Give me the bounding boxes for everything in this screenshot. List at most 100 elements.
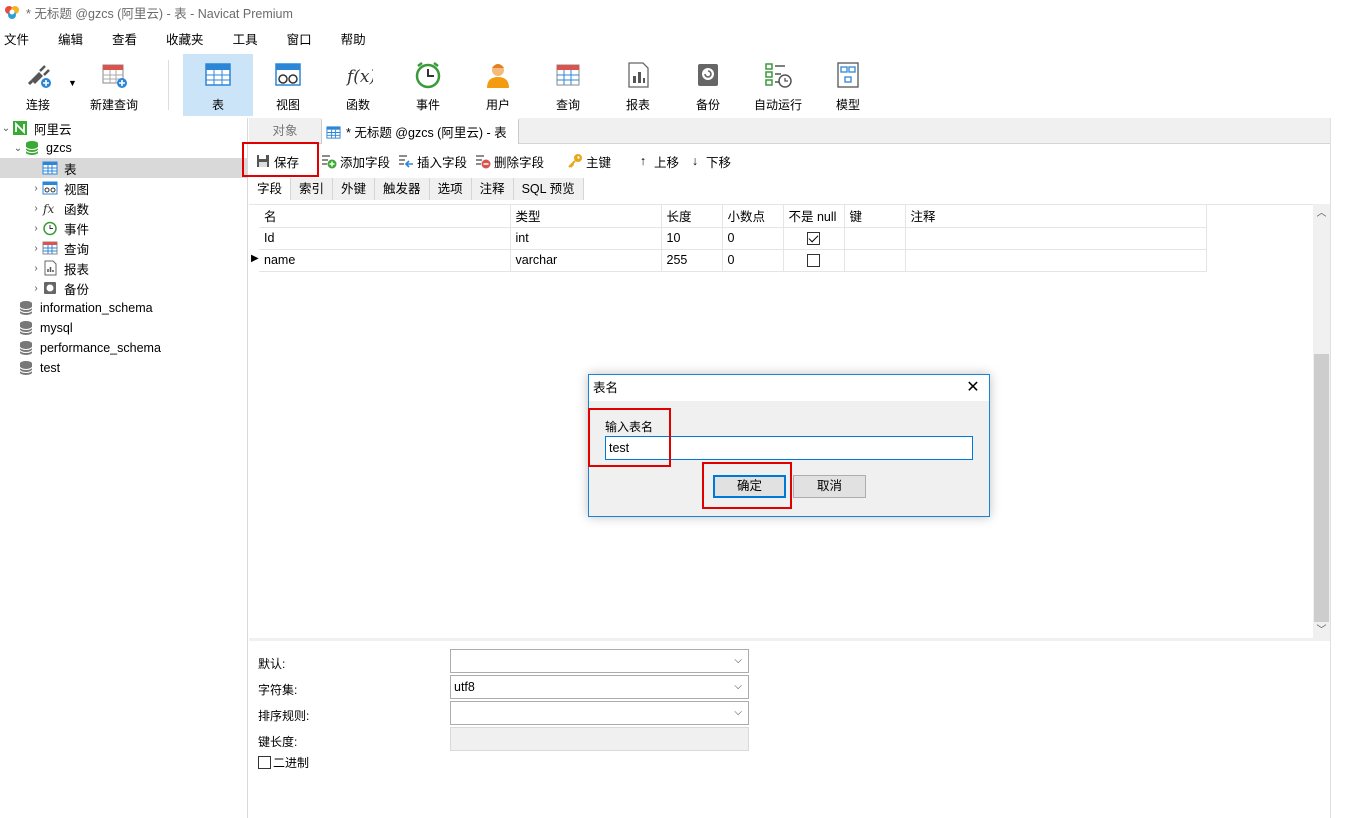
tree-item-views[interactable]: › 视图 (0, 178, 247, 198)
menu-window[interactable]: 窗口 (283, 30, 317, 50)
column-header-name[interactable]: 名 (259, 205, 511, 228)
table-row[interactable]: ▶ name varchar 255 0 (251, 249, 1207, 272)
connect-button[interactable]: 连接 (3, 54, 73, 116)
expand-chevron-icon[interactable]: › (30, 203, 42, 214)
cell-type[interactable]: varchar (510, 249, 662, 272)
not-null-checkbox[interactable] (807, 254, 820, 268)
collapse-chevron-icon[interactable]: ⌄ (12, 143, 24, 154)
tree-database-gzcs[interactable]: ⌄ gzcs (0, 138, 247, 158)
tab-table-design[interactable]: * 无标题 @gzcs (阿里云) - 表 (321, 118, 519, 144)
cell-not-null[interactable] (783, 249, 845, 272)
auto-run-button[interactable]: 自动运行 (743, 54, 813, 116)
subtab-indexes[interactable]: 索引 (291, 178, 334, 200)
insert-field-button[interactable]: 插入字段 (398, 148, 467, 174)
event-button[interactable]: 事件 (393, 54, 463, 116)
cell-decimals[interactable]: 0 (722, 249, 784, 272)
tree-database-information-schema[interactable]: information_schema (0, 298, 247, 318)
cell-type[interactable]: int (510, 227, 662, 250)
expand-chevron-icon[interactable]: › (30, 223, 42, 234)
move-down-button[interactable]: ↓ 下移 (687, 148, 731, 174)
cancel-button[interactable]: 取消 (793, 475, 866, 498)
cell-length[interactable]: 255 (661, 249, 723, 272)
cell-comment[interactable] (905, 227, 1207, 250)
tree-connection-aliyun[interactable]: ⌄ 阿里云 (0, 118, 247, 138)
not-null-checkbox[interactable] (807, 232, 820, 246)
binary-option[interactable]: 二进制 (258, 754, 309, 771)
connect-dropdown-icon[interactable]: ▼ (68, 78, 77, 88)
cell-comment[interactable] (905, 249, 1207, 272)
subtab-comment[interactable]: 注释 (471, 178, 514, 200)
collapse-chevron-icon[interactable]: ⌄ (0, 123, 12, 134)
close-icon[interactable]: ✕ (963, 375, 983, 401)
grid-vertical-scrollbar[interactable]: ︿ ﹀ (1313, 204, 1330, 638)
cell-not-null[interactable] (783, 227, 845, 250)
ok-highlight-box (702, 462, 792, 509)
view-label: 视图 (275, 98, 300, 112)
query-icon (556, 64, 580, 86)
subtab-fields[interactable]: 字段 (249, 178, 292, 200)
menu-help[interactable]: 帮助 (337, 30, 371, 50)
plug-icon (27, 65, 51, 88)
cell-key[interactable] (844, 227, 906, 250)
menu-edit[interactable]: 编辑 (54, 30, 88, 50)
table-row[interactable]: Id int 10 0 (259, 227, 1207, 250)
column-header-not-null[interactable]: 不是 null (783, 205, 845, 228)
menu-favorites[interactable]: 收藏夹 (162, 30, 209, 50)
tree-item-tables[interactable]: 表 (0, 158, 247, 178)
cell-decimals[interactable]: 0 (722, 227, 784, 250)
report-button[interactable]: 报表 (603, 54, 673, 116)
scroll-up-icon[interactable]: ︿ (1313, 204, 1330, 221)
expand-chevron-icon[interactable]: › (30, 283, 42, 294)
tree-database-test[interactable]: test (0, 358, 247, 378)
new-query-button[interactable]: 新建查询 (78, 54, 150, 116)
subtab-sql-preview[interactable]: SQL 预览 (513, 178, 584, 200)
expand-chevron-icon[interactable]: › (30, 183, 42, 194)
tree-item-reports[interactable]: › 报表 (0, 258, 247, 278)
view-button[interactable]: 视图 (253, 54, 323, 116)
default-select[interactable]: ⌵ (450, 649, 749, 673)
column-header-length[interactable]: 长度 (661, 205, 723, 228)
delete-field-button[interactable]: 删除字段 (475, 148, 544, 174)
scroll-thumb[interactable] (1314, 354, 1329, 622)
tree-database-mysql[interactable]: mysql (0, 318, 247, 338)
menu-file[interactable]: 文件 (0, 30, 34, 50)
tree-item-events[interactable]: › 事件 (0, 218, 247, 238)
charset-select[interactable]: utf8 ⌵ (450, 675, 749, 699)
add-field-button[interactable]: 添加字段 (321, 148, 390, 174)
cell-name[interactable]: Id (259, 227, 511, 250)
backup-button[interactable]: 备份 (673, 54, 743, 116)
tree-item-label: 事件 (64, 222, 90, 237)
menu-view[interactable]: 查看 (108, 30, 142, 50)
collation-select[interactable]: ⌵ (450, 701, 749, 725)
column-header-key[interactable]: 键 (844, 205, 906, 228)
tree-item-backups[interactable]: › 备份 (0, 278, 247, 298)
expand-chevron-icon[interactable]: › (30, 243, 42, 254)
database-icon (19, 321, 33, 335)
expand-chevron-icon[interactable]: › (30, 263, 42, 274)
subtab-triggers[interactable]: 触发器 (375, 178, 430, 200)
cell-name[interactable]: ▶ name (251, 249, 511, 272)
binary-checkbox[interactable] (258, 756, 271, 769)
column-header-comment[interactable]: 注释 (905, 205, 1207, 228)
navicat-logo-icon (5, 6, 19, 19)
tree-database-performance-schema[interactable]: performance_schema (0, 338, 247, 358)
primary-key-button[interactable]: 主键 (567, 148, 611, 174)
subtab-options[interactable]: 选项 (429, 178, 472, 200)
function-button[interactable]: f(x) 函数 (323, 54, 393, 116)
query-button[interactable]: 查询 (533, 54, 603, 116)
column-header-decimals[interactable]: 小数点 (722, 205, 784, 228)
input-highlight-box (588, 408, 671, 467)
scroll-down-icon[interactable]: ﹀ (1313, 621, 1330, 638)
user-button[interactable]: 用户 (463, 54, 533, 116)
subtab-foreign-keys[interactable]: 外键 (333, 178, 376, 200)
tree-item-queries[interactable]: › 查询 (0, 238, 247, 258)
cell-key[interactable] (844, 249, 906, 272)
cell-length[interactable]: 10 (661, 227, 723, 250)
table-button[interactable]: 表 (183, 54, 253, 116)
tree-item-functions[interactable]: › fx 函数 (0, 198, 247, 218)
move-up-button[interactable]: ↑ 上移 (635, 148, 679, 174)
column-header-type[interactable]: 类型 (510, 205, 662, 228)
menu-tools[interactable]: 工具 (229, 30, 263, 50)
model-button[interactable]: 模型 (813, 54, 883, 116)
tab-objects[interactable]: 对象 (249, 118, 321, 144)
